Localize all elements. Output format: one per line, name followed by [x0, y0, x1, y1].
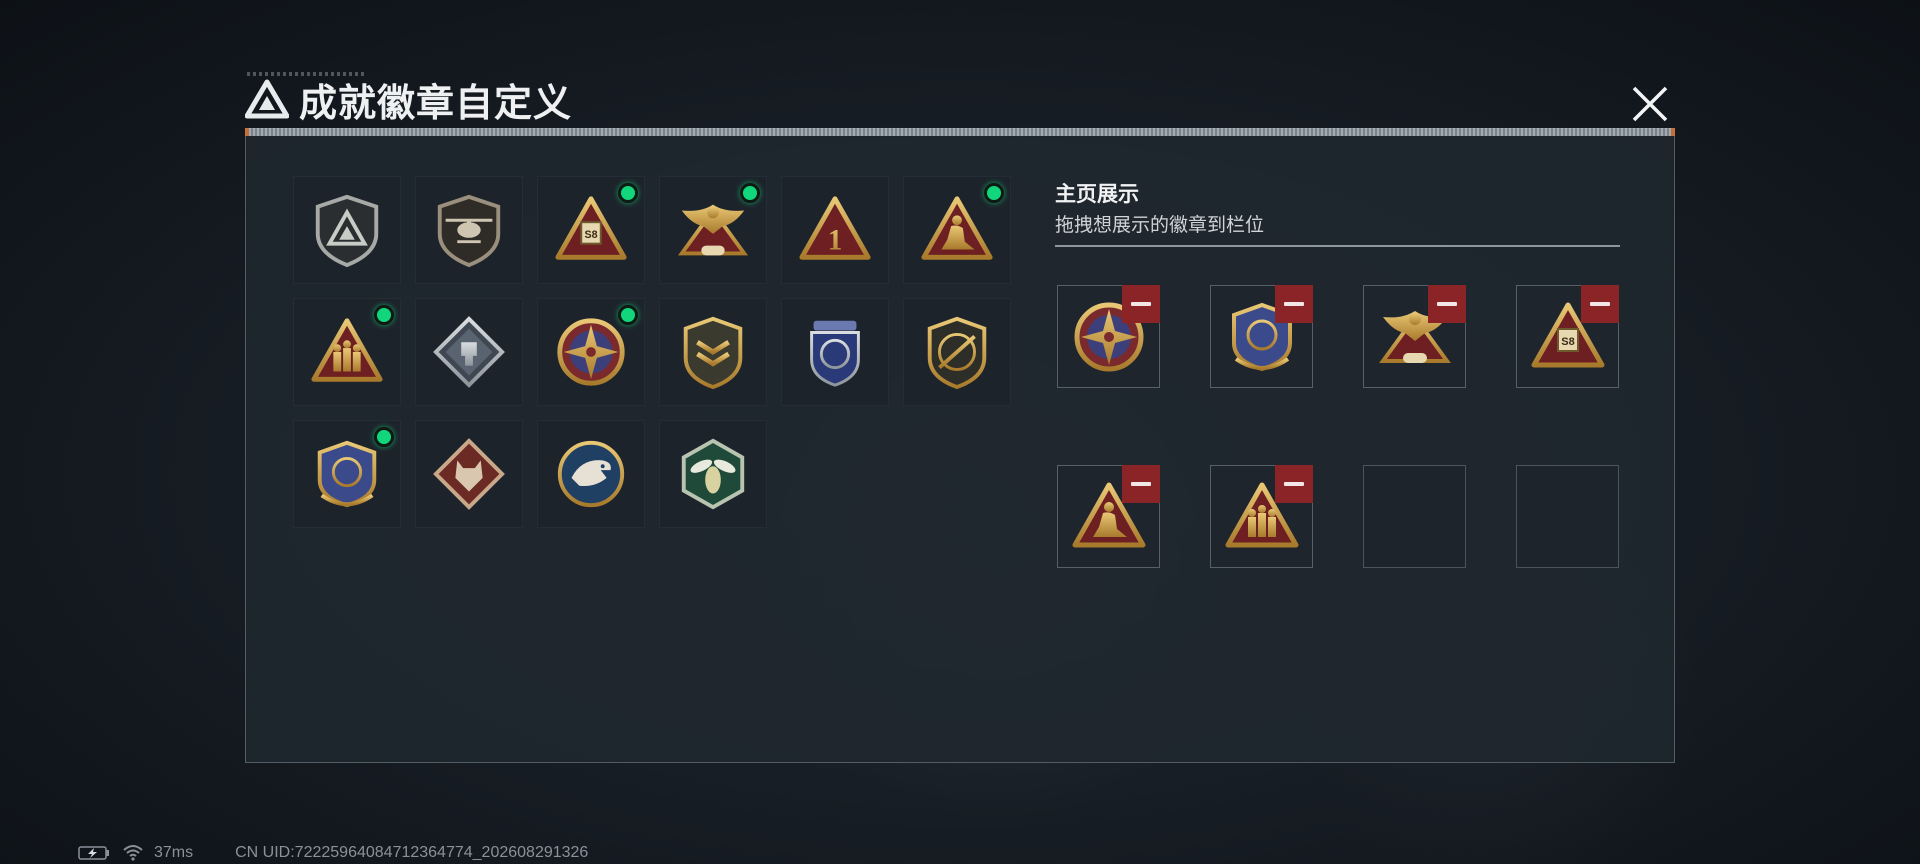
badge-cell-s8-triangle-badge[interactable]: S8 [537, 176, 645, 284]
showcase-slot-8[interactable] [1516, 465, 1619, 568]
badge-cell-star-compass-badge[interactable] [537, 298, 645, 406]
wifi-icon [123, 845, 143, 861]
showcase-slot-3[interactable] [1363, 285, 1466, 388]
eagle-circle-badge-icon [557, 440, 625, 508]
remove-badge-button[interactable] [1122, 465, 1160, 503]
svg-text:S8: S8 [1561, 336, 1574, 348]
showcase-slot-5[interactable] [1057, 465, 1160, 568]
triangle-logo-icon [245, 79, 289, 119]
s8-triangle-badge-icon: S8 [555, 196, 627, 260]
badge-cell-number-one-triangle-badge[interactable]: 1 [781, 176, 889, 284]
badge-cell-eagle-circle-badge[interactable] [537, 420, 645, 528]
hornet-hexagon-badge-icon [681, 438, 745, 510]
page-header: 成就徽章自定义 [245, 78, 572, 125]
showcase-title: 主页展示 [1055, 183, 1139, 206]
badge-cell-helicopter-shield-badge[interactable] [415, 176, 523, 284]
rifle-shield-badge-icon [927, 316, 987, 390]
minus-icon [1284, 482, 1304, 486]
showcase-slot-4[interactable]: S8 [1516, 285, 1619, 388]
badge-cell-crosshair-shield-badge[interactable] [293, 420, 401, 528]
page-title: 成就徽章自定义 [299, 82, 573, 125]
close-icon[interactable] [1628, 82, 1672, 126]
remove-badge-button[interactable] [1122, 285, 1160, 323]
phoenix-badge-icon [677, 204, 749, 256]
new-indicator-dot [374, 427, 394, 447]
remove-badge-button[interactable] [1275, 285, 1313, 323]
showcase-slot-1[interactable] [1057, 285, 1160, 388]
svg-text:S8: S8 [584, 229, 597, 241]
new-indicator-dot [984, 183, 1004, 203]
panel-top-border [245, 128, 1675, 136]
minus-icon [1284, 302, 1304, 306]
minus-icon [1437, 302, 1457, 306]
badge-cell-chevron-shield-badge[interactable] [659, 298, 767, 406]
badge-cell-triangle-shield-badge[interactable] [293, 176, 401, 284]
blue-laurel-badge-icon [810, 320, 860, 387]
badge-cell-blue-laurel-badge[interactable] [781, 298, 889, 406]
badge-cell-rifle-shield-badge[interactable] [903, 298, 1011, 406]
seated-figure-triangle-badge-icon [921, 196, 993, 260]
badge-cell-soldiers-triangle-badge[interactable] [293, 298, 401, 406]
minus-icon [1131, 302, 1151, 306]
showcase-slot-2[interactable] [1210, 285, 1313, 388]
minus-icon [1590, 302, 1610, 306]
new-indicator-dot [618, 305, 638, 325]
showcase-slot-6[interactable] [1210, 465, 1313, 568]
showcase-slot-7[interactable] [1363, 465, 1466, 568]
chevron-shield-badge-icon [683, 316, 743, 390]
showcase-divider [1055, 245, 1620, 247]
badge-cell-fist-diamond-badge[interactable] [415, 298, 523, 406]
number-one-triangle-badge-icon: 1 [799, 196, 871, 260]
remove-badge-button[interactable] [1581, 285, 1619, 323]
battery-charging-icon [78, 846, 109, 860]
helicopter-shield-badge-icon [437, 194, 501, 268]
remove-badge-button[interactable] [1428, 285, 1466, 323]
badge-cell-phoenix-badge[interactable] [659, 176, 767, 284]
new-indicator-dot [740, 183, 760, 203]
star-compass-badge-icon [557, 318, 625, 386]
soldiers-triangle-badge-icon [311, 318, 383, 382]
ping-value: 37ms [154, 844, 194, 861]
showcase-subtitle: 拖拽想展示的徽章到栏位 [1055, 215, 1265, 236]
svg-text:1: 1 [828, 225, 843, 257]
uid-text: CN UID:72225964084712364774_202608291326 [235, 844, 589, 861]
remove-badge-button[interactable] [1275, 465, 1313, 503]
triangle-shield-badge-icon [315, 194, 379, 268]
badge-cell-seated-figure-triangle-badge[interactable] [903, 176, 1011, 284]
new-indicator-dot [618, 183, 638, 203]
new-indicator-dot [374, 305, 394, 325]
badge-cell-hornet-hexagon-badge[interactable] [659, 420, 767, 528]
badge-cell-wolf-diamond-badge[interactable] [415, 420, 523, 528]
minus-icon [1131, 482, 1151, 486]
status-bar: 37ms CN UID:72225964084712364774_2026082… [78, 844, 588, 862]
fist-diamond-badge-icon [433, 316, 505, 388]
crosshair-shield-badge-icon [317, 440, 377, 508]
wolf-diamond-badge-icon [433, 438, 505, 510]
